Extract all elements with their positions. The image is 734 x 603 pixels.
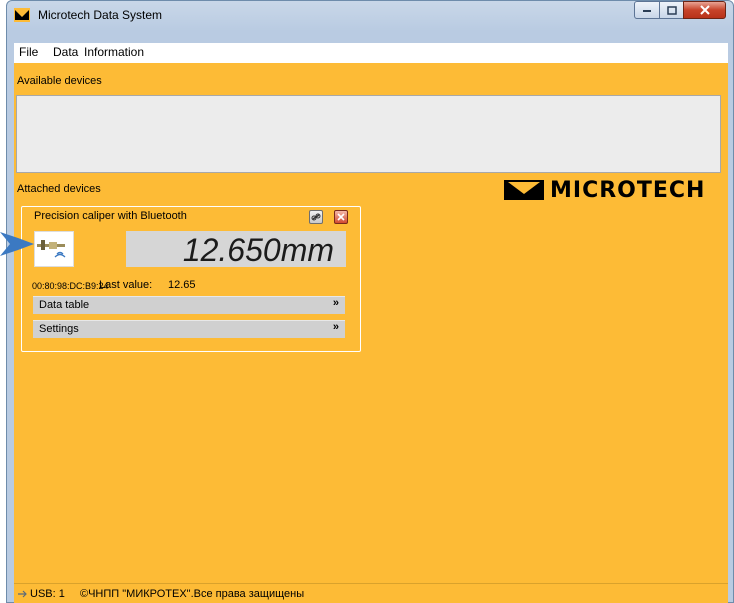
maximize-button[interactable] (659, 1, 684, 19)
device-link-button[interactable] (309, 210, 323, 224)
menu-information[interactable]: Information (84, 45, 144, 59)
menu-data[interactable]: Data (53, 45, 78, 59)
data-table-label: Data table (39, 299, 90, 311)
logo-text: MICROTECH (550, 177, 706, 203)
measurement-display: 12.650mm (126, 231, 346, 268)
last-value-label: Last value: (99, 279, 153, 291)
microtech-logo: MICROTECH (504, 177, 706, 203)
settings-expander[interactable]: Settings » (33, 320, 345, 338)
settings-label: Settings (39, 323, 79, 335)
pointer-arrow-icon (0, 232, 34, 256)
usb-status: USB: 1 (30, 588, 65, 600)
window-title: Microtech Data System (38, 8, 163, 22)
chevron-double-down-icon: » (332, 321, 339, 333)
attached-devices-label: Attached devices (17, 183, 101, 195)
app-logo-icon (14, 8, 30, 22)
available-devices-label: Available devices (17, 75, 102, 87)
usb-icon (18, 590, 27, 598)
minimize-icon (643, 10, 651, 12)
copyright-text: ©ЧНПП "МИКРОТЕХ".Все права защищены (80, 588, 305, 600)
close-button[interactable] (683, 1, 726, 19)
close-icon (699, 5, 710, 15)
minimize-button[interactable] (634, 1, 660, 19)
last-value: 12.65 (168, 279, 196, 291)
device-close-button[interactable] (334, 210, 348, 224)
caliper-icon (37, 240, 66, 258)
menu-file[interactable]: File (19, 45, 38, 59)
device-title: Precision caliper with Bluetooth (32, 210, 189, 222)
maximize-icon (666, 5, 677, 15)
close-icon (337, 213, 345, 221)
caliper-thumbnail (34, 231, 74, 267)
link-icon (311, 213, 321, 221)
data-table-expander[interactable]: Data table » (33, 296, 345, 314)
microtech-logo-icon (504, 180, 544, 200)
chevron-double-down-icon: » (332, 297, 339, 309)
device-mac-address: 00:80:98:DC:B9:24 (32, 281, 109, 291)
available-devices-list[interactable] (16, 95, 721, 173)
